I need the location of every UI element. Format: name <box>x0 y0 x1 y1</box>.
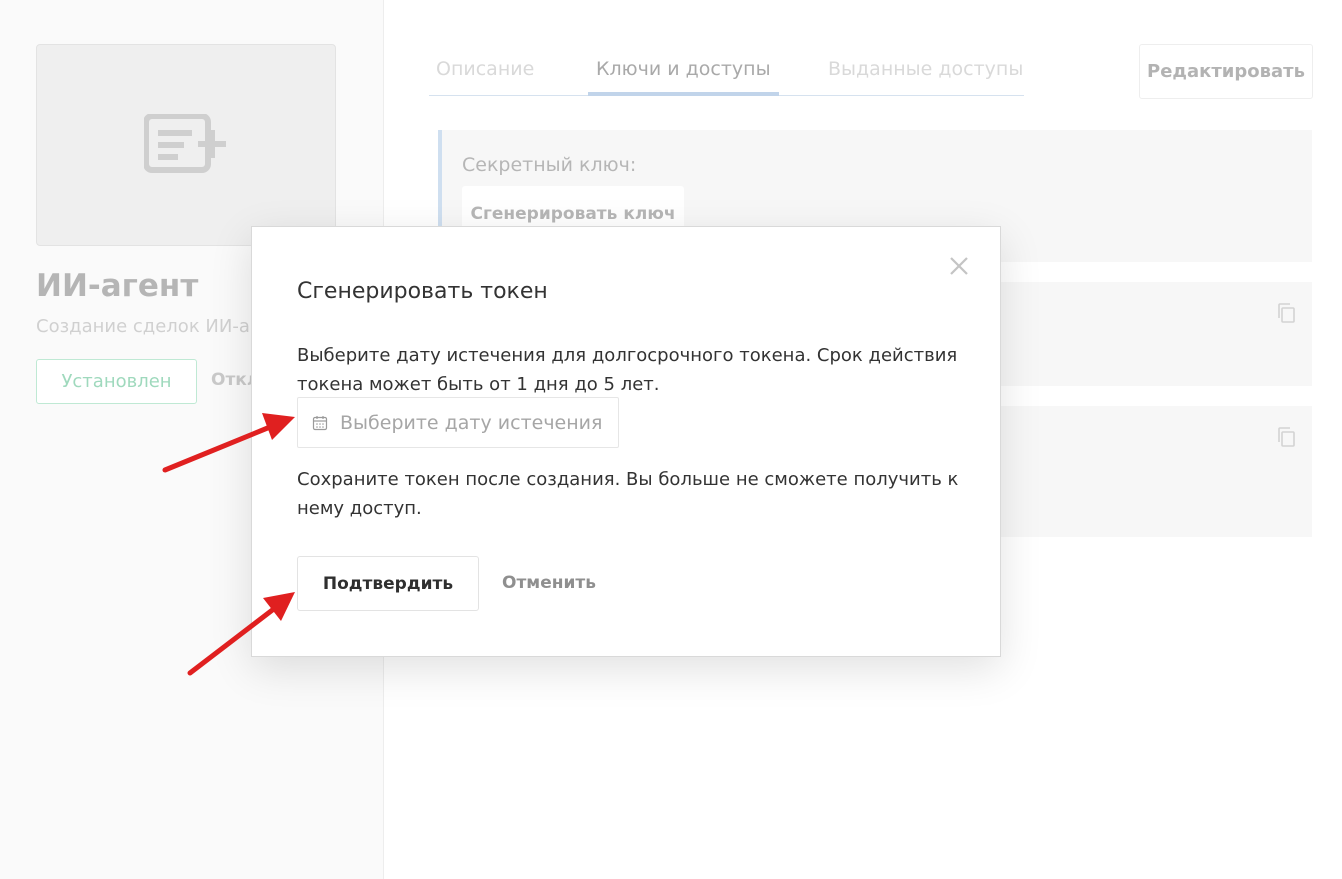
secret-key-label: Секретный ключ: <box>462 154 637 176</box>
modal-description: Выберите дату истечения для долгосрочног… <box>297 345 958 395</box>
installed-button[interactable]: Установлен <box>36 359 197 404</box>
edit-button[interactable]: Редактировать <box>1139 44 1313 99</box>
cancel-button[interactable]: Отменить <box>502 573 596 593</box>
tab-issued-access[interactable]: Выданные доступы <box>828 58 1023 96</box>
expiry-date-input[interactable] <box>340 411 610 434</box>
modal-title: Сгенерировать токен <box>297 279 548 304</box>
copy-icon[interactable] <box>1276 426 1298 448</box>
page: ИИ-агент Создание сделок ИИ-агентом Уста… <box>0 0 1342 879</box>
tab-description[interactable]: Описание <box>436 58 534 96</box>
disable-link[interactable]: Отключить <box>211 370 256 390</box>
confirm-button[interactable]: Подтвердить <box>297 556 479 611</box>
generate-token-modal: Сгенерировать токен Выберите дату истече… <box>251 226 1001 657</box>
app-title: ИИ-агент <box>36 268 199 304</box>
copy-icon[interactable] <box>1276 302 1298 324</box>
tab-keys-and-access[interactable]: Ключи и доступы <box>588 58 779 96</box>
modal-warning: Сохраните токен после создания. Вы больш… <box>297 469 959 519</box>
app-subtitle: Создание сделок ИИ-агентом <box>36 316 266 337</box>
close-icon[interactable] <box>946 253 972 279</box>
calendar-icon <box>312 415 328 430</box>
expiry-date-picker[interactable] <box>297 397 619 448</box>
add-list-icon <box>144 114 226 173</box>
app-cover <box>36 44 336 246</box>
tabs: Описание Ключи и доступы Выданные доступ… <box>429 54 1024 96</box>
